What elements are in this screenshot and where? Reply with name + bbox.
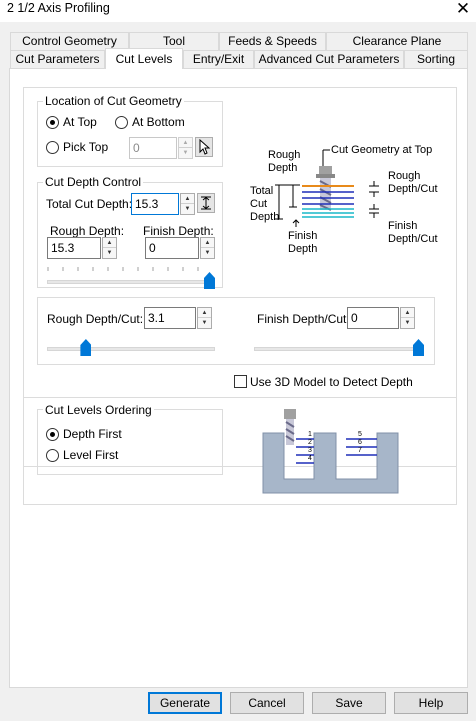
rough-depth-cut-field[interactable]: 3.1 <box>144 307 196 329</box>
finish-depth-cut-diagram-label: Finish Depth/Cut <box>388 220 438 245</box>
finish-depth-cut-spinner[interactable]: ▲ ▼ <box>400 307 415 329</box>
total-cut-depth-spinner[interactable]: ▲ ▼ <box>180 193 195 215</box>
pick-top-spinner[interactable]: ▲ ▼ <box>178 137 193 159</box>
tab-feeds-speeds[interactable]: Feeds & Speeds <box>219 32 326 50</box>
finish-depth-diagram-label: Finish Depth <box>288 230 318 255</box>
pick-top-radio[interactable] <box>46 141 59 154</box>
cut-levels-panel: Location of Cut Geometry At Top At Botto… <box>9 68 468 688</box>
level-number-6: 6 <box>358 439 362 446</box>
pick-cursor-icon[interactable] <box>195 137 213 157</box>
level-number-5: 5 <box>358 431 362 438</box>
tab-cut-levels[interactable]: Cut Levels <box>105 48 183 69</box>
ordering-diagram: 1 2 3 4 5 6 7 <box>262 409 400 495</box>
finish-depth-field[interactable]: 0 <box>145 237 199 259</box>
finish-depth-spinner[interactable]: ▲ ▼ <box>200 237 215 259</box>
footer: Generate Cancel Save Help <box>0 690 476 721</box>
level-number-2: 2 <box>308 439 312 446</box>
location-group-title: Location of Cut Geometry <box>43 94 184 108</box>
rough-depth-cut-spinner[interactable]: ▲ ▼ <box>197 307 212 329</box>
pick-top-field[interactable]: 0 <box>129 137 177 159</box>
tab-sorting[interactable]: Sorting <box>404 50 468 69</box>
cut-geometry-diagram-label: Cut Geometry at Top <box>331 144 433 156</box>
depth-first-radio[interactable] <box>46 428 59 441</box>
depth-diagram: Rough Depth Cut Geometry at Top Total Cu… <box>236 141 456 261</box>
pick-top-label: Pick Top <box>63 140 109 154</box>
rough-depth-spinner[interactable]: ▲ ▼ <box>102 237 117 259</box>
help-button[interactable]: Help <box>394 692 468 714</box>
total-cut-depth-field[interactable]: 15.3 <box>131 193 179 215</box>
title-bar: 2 1/2 Axis Profiling ✕ <box>0 0 476 22</box>
total-cut-depth-diagram-label: Total Cut Depth <box>250 185 280 223</box>
at-bottom-radio[interactable] <box>115 116 128 129</box>
tab-clearance-plane[interactable]: Clearance Plane <box>326 32 468 50</box>
at-top-label: At Top <box>63 115 97 129</box>
pick-depth-icon[interactable] <box>197 193 215 213</box>
finish-depth-cut-label: Finish Depth/Cut: <box>257 312 350 326</box>
rough-depth-cut-diagram-label: Rough Depth/Cut <box>388 170 438 195</box>
finish-depth-cut-slider-track[interactable] <box>254 347 424 351</box>
finish-depth-label: Finish Depth: <box>143 224 214 238</box>
use-3d-model-checkbox[interactable] <box>234 375 247 388</box>
finish-depth-cut-field[interactable]: 0 <box>347 307 399 329</box>
level-first-radio[interactable] <box>46 449 59 462</box>
ordering-group <box>37 409 223 475</box>
level-number-4: 4 <box>308 455 312 462</box>
at-top-radio[interactable] <box>46 116 59 129</box>
rough-depth-diagram-label: Rough Depth <box>268 149 301 174</box>
rough-depth-cut-slider-track[interactable] <box>47 347 215 351</box>
level-number-3: 3 <box>308 447 312 454</box>
depth-first-label: Depth First <box>63 427 122 441</box>
rough-depth-field[interactable]: 15.3 <box>47 237 101 259</box>
tab-cut-parameters[interactable]: Cut Parameters <box>10 50 105 69</box>
at-bottom-label: At Bottom <box>132 115 185 129</box>
ordering-title: Cut Levels Ordering <box>43 403 154 417</box>
level-number-1: 1 <box>308 431 312 438</box>
window-title: 2 1/2 Axis Profiling <box>7 1 110 15</box>
level-number-7: 7 <box>358 447 362 454</box>
level-first-label: Level First <box>63 448 119 462</box>
total-cut-depth-label: Total Cut Depth: <box>46 197 133 211</box>
rough-depth-label: Rough Depth: <box>50 224 125 238</box>
depth-control-title: Cut Depth Control <box>43 175 144 189</box>
tab-entry-exit[interactable]: Entry/Exit <box>183 50 254 69</box>
generate-button[interactable]: Generate <box>148 692 222 714</box>
use-3d-model-label: Use 3D Model to Detect Depth <box>250 375 413 389</box>
save-button[interactable]: Save <box>312 692 386 714</box>
close-icon[interactable]: ✕ <box>452 0 474 20</box>
tab-advanced-cut-parameters[interactable]: Advanced Cut Parameters <box>254 50 404 69</box>
depth-slider-ticks <box>47 267 199 271</box>
cancel-button[interactable]: Cancel <box>230 692 304 714</box>
depth-slider-track[interactable] <box>47 280 205 284</box>
rough-depth-cut-label: Rough Depth/Cut: <box>47 312 144 326</box>
